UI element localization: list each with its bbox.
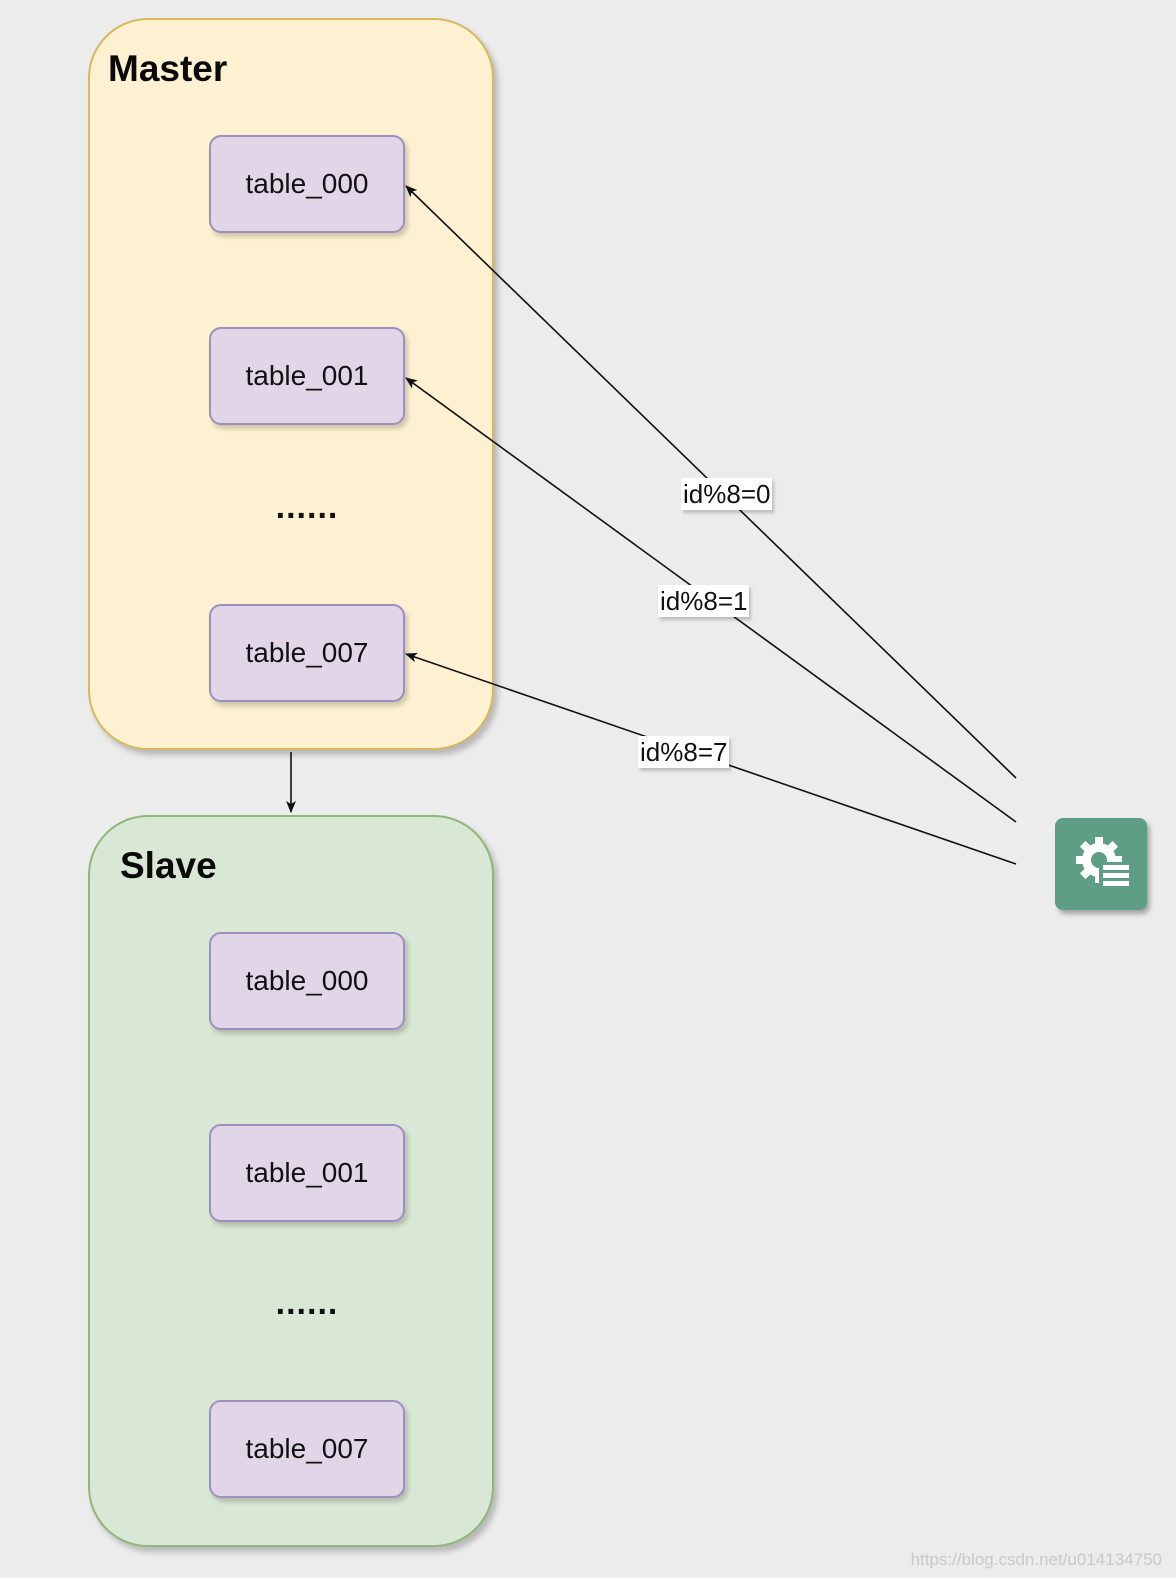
connector-layer <box>286 185 1017 865</box>
edge-label-id-mod-8-eq-7: id%8=7 <box>638 736 730 768</box>
service-node <box>1055 818 1147 910</box>
gear-list-icon <box>1076 837 1133 890</box>
watermark: https://blog.csdn.net/u014134750 <box>910 1550 1162 1569</box>
edge-label-id-mod-8-eq-1: id%8=1 <box>658 585 750 617</box>
edge-label-id-mod-8-eq-0: id%8=0 <box>681 478 773 510</box>
